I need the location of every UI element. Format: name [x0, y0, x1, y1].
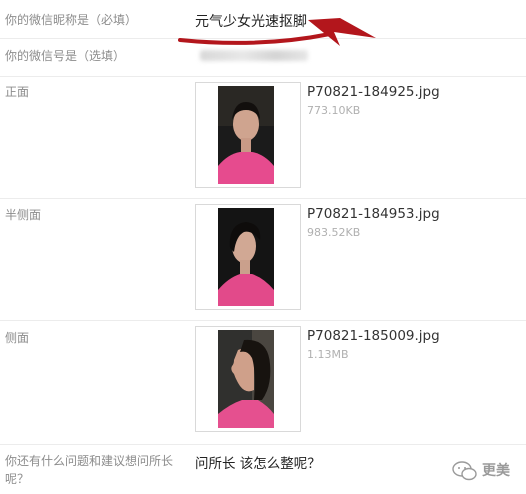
- photo-label-front: 正面: [5, 85, 30, 99]
- portrait-profile-image: [218, 330, 274, 428]
- photo-size-half-profile: 983.52KB: [307, 226, 361, 239]
- nickname-label: 你的微信昵称是（必填）: [5, 13, 138, 27]
- portrait-front-image: [218, 86, 274, 184]
- photo-size-front: 773.10KB: [307, 104, 361, 117]
- wechat-id-label: 你的微信号是（选填）: [5, 49, 126, 63]
- photo-row-half-profile: 半侧面 P70821-184953.jpg 983.52KB: [0, 198, 526, 321]
- photo-filename-front: P70821-184925.jpg: [307, 84, 440, 100]
- photo-filename-half-profile: P70821-184953.jpg: [307, 206, 440, 222]
- photo-thumbnail-front[interactable]: [195, 82, 301, 188]
- photo-thumbnail-half-profile[interactable]: [195, 204, 301, 310]
- portrait-half-profile-image: [218, 208, 274, 306]
- photo-row-front: 正面 P70821-184925.jpg 773.10KB: [0, 76, 526, 199]
- question-value[interactable]: 问所长 该怎么整呢？: [195, 452, 321, 472]
- question-row: 你还有什么问题和建议想问所长呢？ 问所长 该怎么整呢？: [0, 444, 526, 494]
- photo-label-profile: 侧面: [5, 331, 30, 345]
- photo-label-half-profile: 半侧面: [5, 208, 42, 222]
- annotation-arrow: [178, 18, 376, 46]
- photo-filename-profile: P70821-185009.jpg: [307, 328, 440, 344]
- photo-size-profile: 1.13MB: [307, 348, 349, 361]
- photo-row-profile: 侧面 P70821-185009.jpg 1.13MB: [0, 320, 526, 445]
- watermark-logo: 更美: [452, 458, 522, 484]
- photo-thumbnail-profile[interactable]: [195, 326, 301, 432]
- watermark-text: 更美: [482, 463, 510, 479]
- question-label: 你还有什么问题和建议想问所长呢？: [5, 454, 174, 486]
- chat-bubble-icon: [452, 461, 477, 481]
